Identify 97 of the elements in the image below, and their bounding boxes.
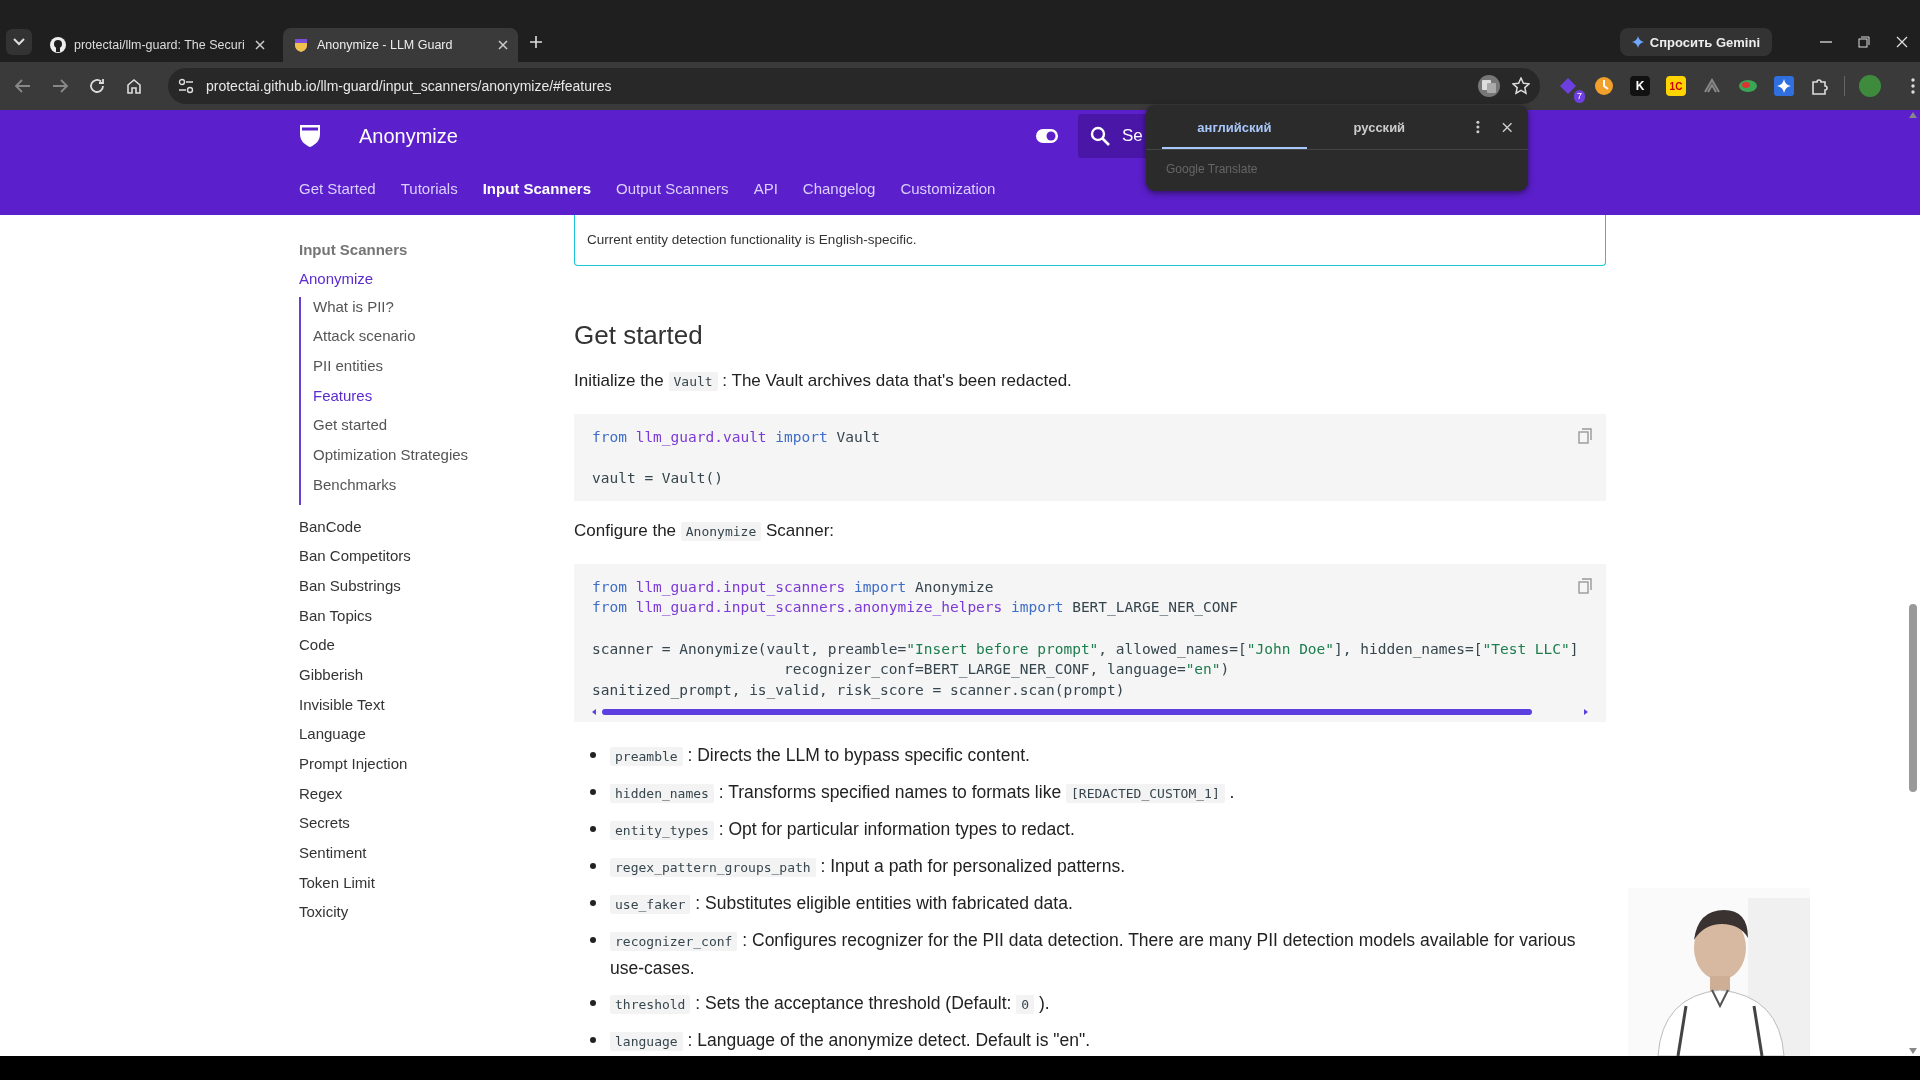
close-icon[interactable]: [1501, 121, 1512, 133]
home-icon[interactable]: [125, 77, 143, 95]
sidebar-item[interactable]: BanCode: [299, 516, 574, 547]
page-scrollbar[interactable]: [1906, 110, 1920, 1056]
code-line: sanitized_prompt, is_valid, risk_score = scanner.scan(prompt): [592, 680, 1125, 701]
browser-tab[interactable]: Anonymize - LLM Guard: [283, 28, 518, 62]
bullet-icon: [590, 937, 596, 944]
clock-icon[interactable]: [1594, 76, 1614, 96]
theme-toggle-icon[interactable]: [1036, 129, 1058, 143]
section-heading: Get started: [574, 320, 704, 351]
sidebar-item[interactable]: Secrets: [299, 813, 574, 844]
sidebar-item[interactable]: Ban Competitors: [299, 546, 574, 576]
horizontal-scrollbar[interactable]: [592, 708, 1588, 717]
sidebar-item[interactable]: Token Limit: [299, 872, 574, 903]
sidebar-item[interactable]: Ban Substrings: [299, 575, 574, 606]
bullet-icon: [590, 863, 596, 870]
sidebar-item[interactable]: Attack scenario: [313, 326, 574, 357]
new-tab-icon[interactable]: [530, 36, 542, 48]
nav-tab[interactable]: API: [753, 180, 778, 197]
sidebar-item[interactable]: Ban Topics: [299, 605, 574, 636]
site-title: Anonymize: [359, 124, 458, 148]
popup-footer: Google Translate: [1146, 150, 1528, 188]
back-icon[interactable]: [14, 77, 32, 95]
sidebar-item[interactable]: Prompt Injection: [299, 754, 574, 784]
bullet-icon: [590, 900, 596, 907]
bullet-icon: [590, 752, 596, 759]
more-icon[interactable]: [1911, 78, 1915, 94]
github-icon: [50, 37, 66, 53]
sidebar-item[interactable]: Optimization Strategies: [313, 445, 574, 475]
sidebar-item[interactable]: Code: [299, 635, 574, 665]
sidebar-item[interactable]: Gibberish: [299, 664, 574, 695]
shield-logo-icon: [299, 124, 321, 148]
code-line: vault = Vault(): [592, 469, 723, 489]
sidebar-item[interactable]: Language: [299, 724, 574, 754]
sidebar-item[interactable]: Toxicity: [299, 902, 574, 933]
note-box: Current entity detection functionality is English-specific.: [574, 215, 1606, 266]
badge-count: 7: [1574, 90, 1585, 103]
code-line: from llm_guard.input_scanners import Anonymize: [592, 577, 994, 598]
language-tab[interactable]: русский: [1306, 105, 1452, 149]
chevron-down-icon: [13, 38, 25, 46]
list-item: threshold : Sets the acceptance threshold (Default: 0 ).: [610, 990, 1050, 1019]
more-icon[interactable]: [1475, 120, 1480, 134]
site-info-icon[interactable]: [178, 78, 194, 94]
close-icon[interactable]: [498, 40, 508, 50]
sparkle-icon[interactable]: [1774, 76, 1794, 96]
sidebar-heading: Input Scanners: [299, 241, 409, 258]
translate-icon[interactable]: [1478, 75, 1500, 97]
bullet-icon: [590, 826, 596, 833]
extension-icon[interactable]: 1С: [1666, 76, 1686, 96]
code-line: from llm_guard.input_scanners.anonymize_helpers import BERT_LARGE_NER_CONF: [592, 598, 1239, 618]
gemini-button[interactable]: Спросить Gemini: [1619, 28, 1772, 56]
list-item: regex_pattern_groups_path : Input a path for personalized patterns.: [610, 853, 1126, 882]
forward-icon[interactable]: [51, 77, 69, 95]
nav-tab[interactable]: Get Started: [299, 180, 376, 197]
close-icon[interactable]: [1896, 36, 1908, 48]
star-icon[interactable]: [1512, 77, 1530, 95]
sidebar-item[interactable]: Benchmarks: [313, 474, 574, 505]
sidebar-item[interactable]: Anonymize: [299, 269, 574, 299]
sidebar-item[interactable]: What is PII?: [313, 296, 574, 327]
list-item: hidden_names : Transforms specified names to formats like [REDACTED_CUSTOM_1] .: [610, 779, 1235, 808]
code-line: from llm_guard.vault import Vault: [592, 428, 881, 448]
sidebar-item[interactable]: Features: [313, 385, 574, 416]
list-item: use_faker : Substitutes eligible entities with fabricated data.: [610, 890, 1073, 919]
bullet-icon: [590, 789, 596, 796]
shield-icon: [293, 37, 309, 53]
nav-tab[interactable]: Output Scanners: [616, 180, 729, 197]
language-tab[interactable]: английский: [1162, 105, 1307, 149]
code-line: scanner = Anonymize(vault, preamble="Insert before prompt", allowed_names=["John Doe"], hidden_names=["Test LLC"]: [592, 639, 1579, 660]
sparkle-icon: [1631, 36, 1644, 48]
close-icon[interactable]: [255, 40, 265, 50]
nav-tab[interactable]: Customization: [900, 180, 996, 197]
list-item: preamble : Directs the LLM to bypass specific content.: [610, 742, 1030, 771]
bullet-icon: [590, 1037, 596, 1044]
paragraph: Configure the Anonymize Scanner:: [574, 519, 835, 543]
sidebar-item[interactable]: Sentiment: [299, 843, 574, 873]
nav-tab[interactable]: Changelog: [802, 180, 876, 197]
list-item: language : Language of the anonymize detect. Default is "en".: [610, 1027, 1091, 1056]
browser-tab[interactable]: protectai/llm-guard: The Securi: [40, 28, 275, 62]
search-icon: [1090, 126, 1110, 146]
sidebar-item[interactable]: Get started: [313, 415, 574, 446]
list-item: entity_types : Opt for particular information types to redact.: [610, 816, 1075, 845]
paragraph: Initialize the Vault : The Vault archives data that's been redacted.: [574, 370, 1073, 393]
code-line: recognizer_conf=BERT_LARGE_NER_CONF, language="en"): [783, 660, 1230, 680]
sidebar-item[interactable]: Invisible Text: [299, 694, 574, 725]
profile-avatar[interactable]: [1859, 75, 1881, 97]
sidebar-item[interactable]: Regex: [299, 783, 574, 814]
puzzle-icon[interactable]: [1810, 76, 1830, 96]
tab-list-button[interactable]: [6, 29, 32, 55]
nav-tab[interactable]: Input Scanners: [482, 180, 592, 197]
reload-icon[interactable]: [88, 77, 106, 95]
restore-icon[interactable]: [1858, 36, 1870, 48]
list-item: recognizer_conf : Configures recognizer for the PII data detection. There are many PII detection models available for various use-cases.: [610, 929, 1577, 981]
sidebar-item[interactable]: PII entities: [313, 356, 574, 386]
address-bar[interactable]: protectai.github.io/llm-guard/input_scanners/anonymize/#features: [168, 68, 1540, 104]
bullet-icon: [590, 1000, 596, 1007]
extension-icon[interactable]: K: [1630, 76, 1650, 96]
nav-tab[interactable]: Tutorials: [400, 180, 458, 197]
